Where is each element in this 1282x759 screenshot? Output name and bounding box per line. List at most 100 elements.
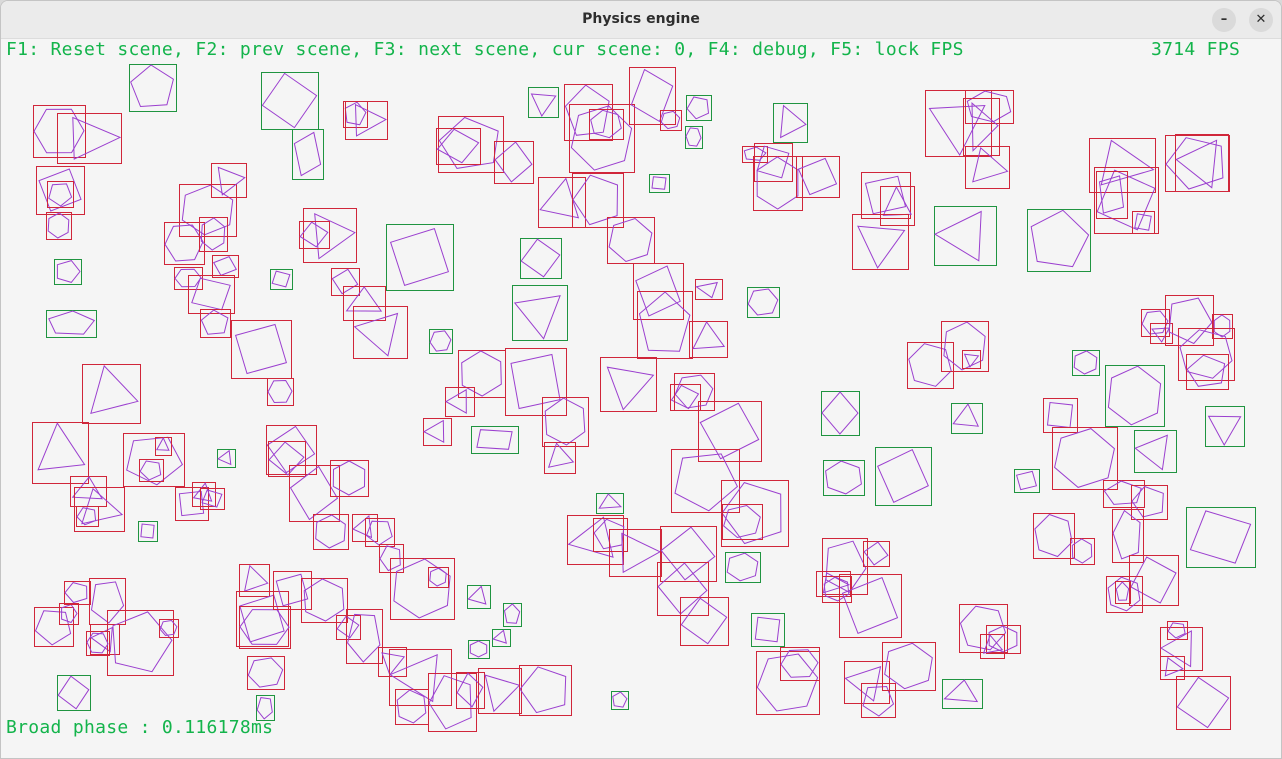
rigid-body-polygon xyxy=(217,166,246,196)
window-title: Physics engine xyxy=(582,11,700,27)
rigid-body-polygon xyxy=(256,697,273,720)
rigid-body-polygon xyxy=(1034,513,1073,558)
rigid-body-polygon xyxy=(570,105,633,171)
rigid-body-polygon xyxy=(90,364,139,414)
rigid-body-polygon xyxy=(34,610,72,646)
free-aabb xyxy=(129,64,177,112)
rigid-body-polygon xyxy=(389,227,450,287)
free-aabb xyxy=(261,72,319,130)
rigid-body-polygon xyxy=(37,422,86,471)
free-aabb xyxy=(1072,350,1100,376)
rigid-body-polygon xyxy=(660,526,716,581)
rigid-body-polygon xyxy=(56,260,81,283)
rigid-body-polygon xyxy=(933,210,982,262)
rigid-body-polygon xyxy=(212,255,238,277)
rigid-body-polygon xyxy=(1168,297,1213,345)
free-aabb xyxy=(1134,430,1177,473)
colliding-aabb xyxy=(389,649,452,706)
rigid-body-polygon xyxy=(476,429,513,450)
rigid-body-polygon xyxy=(884,642,933,690)
free-aabb xyxy=(57,675,91,711)
rigid-body-polygon xyxy=(972,146,1009,183)
free-aabb xyxy=(429,329,453,354)
rigid-body-polygon xyxy=(1160,630,1192,668)
rigid-body-polygon xyxy=(130,64,174,108)
rigid-body-polygon xyxy=(38,168,82,212)
rigid-body-polygon xyxy=(429,330,452,352)
rigid-body-polygon xyxy=(268,441,305,476)
free-aabb xyxy=(1205,406,1245,447)
rigid-body-polygon xyxy=(1107,365,1162,426)
rigid-body-polygon xyxy=(1046,401,1074,429)
rigid-body-polygon xyxy=(354,103,388,137)
colliding-aabb xyxy=(247,656,285,690)
colliding-aabb xyxy=(861,683,896,718)
free-aabb xyxy=(520,238,562,279)
colliding-aabb xyxy=(428,673,477,732)
rigid-body-polygon xyxy=(271,270,291,288)
rigid-body-polygon xyxy=(303,578,345,622)
rigid-body-polygon xyxy=(438,116,499,169)
rigid-body-polygon xyxy=(651,176,667,190)
rigid-body-polygon xyxy=(234,323,288,375)
rigid-body-polygon xyxy=(971,101,999,152)
rigid-body-polygon xyxy=(57,675,90,710)
rigid-body-polygon xyxy=(352,515,373,539)
colliding-aabb xyxy=(164,222,205,265)
minimize-button[interactable]: – xyxy=(1212,8,1236,32)
colliding-aabb xyxy=(346,609,383,664)
colliding-aabb xyxy=(880,186,915,226)
rigid-body-polygon xyxy=(1213,314,1231,338)
rigid-body-polygon xyxy=(825,540,867,593)
controls-help-text: F1: Reset scene, F2: prev scene, F3: nex… xyxy=(6,39,964,60)
rigid-body-polygon xyxy=(1096,169,1156,231)
rigid-body-polygon xyxy=(436,128,480,164)
free-aabb xyxy=(821,391,860,436)
colliding-aabb xyxy=(986,625,1021,654)
rigid-body-polygon xyxy=(1175,139,1218,189)
rigid-body-polygon xyxy=(47,212,70,239)
free-aabb xyxy=(773,103,808,143)
rigid-body-polygon xyxy=(756,653,819,712)
rigid-body-polygon xyxy=(422,419,445,444)
rigid-body-polygon xyxy=(159,619,178,637)
colliding-aabb xyxy=(313,514,349,550)
free-aabb xyxy=(54,259,82,285)
rigid-body-polygon xyxy=(247,657,284,688)
rigid-body-polygon xyxy=(943,321,986,371)
title-bar[interactable]: Physics engine – ✕ xyxy=(1,1,1281,39)
rigid-body-polygon xyxy=(1207,415,1242,447)
colliding-aabb xyxy=(445,387,475,417)
colliding-aabb xyxy=(1176,676,1231,730)
rigid-body-polygon xyxy=(155,436,170,451)
colliding-aabb xyxy=(1186,354,1229,390)
rigid-body-polygon xyxy=(726,552,759,582)
colliding-aabb xyxy=(266,425,317,475)
colliding-aabb xyxy=(753,156,803,211)
rigid-body-polygon xyxy=(963,353,980,368)
rigid-body-polygon xyxy=(780,649,819,678)
free-aabb xyxy=(942,679,983,709)
colliding-aabb xyxy=(86,631,110,656)
colliding-aabb xyxy=(637,291,693,359)
free-aabb xyxy=(875,447,932,506)
colliding-aabb xyxy=(267,378,294,406)
rigid-body-polygon xyxy=(1151,327,1171,343)
rigid-body-polygon xyxy=(952,403,980,427)
simulation-canvas[interactable]: F1: Reset scene, F2: prev scene, F3: nex… xyxy=(1,39,1281,758)
rigid-body-polygon xyxy=(503,603,521,624)
rigid-body-polygon xyxy=(1112,509,1141,560)
colliding-aabb xyxy=(780,647,820,681)
rigid-body-polygon xyxy=(243,564,269,592)
colliding-aabb xyxy=(689,321,728,358)
rigid-body-polygon xyxy=(275,573,309,607)
rigid-body-polygon xyxy=(492,629,507,644)
colliding-aabb xyxy=(519,665,572,716)
rigid-body-polygon xyxy=(267,379,293,404)
close-button[interactable]: ✕ xyxy=(1249,8,1273,32)
rigid-body-polygon xyxy=(780,104,807,139)
rigid-body-polygon xyxy=(469,640,488,658)
minimize-icon: – xyxy=(1220,12,1228,27)
rigid-body-polygon xyxy=(680,597,728,645)
rigid-body-polygon xyxy=(638,291,691,352)
